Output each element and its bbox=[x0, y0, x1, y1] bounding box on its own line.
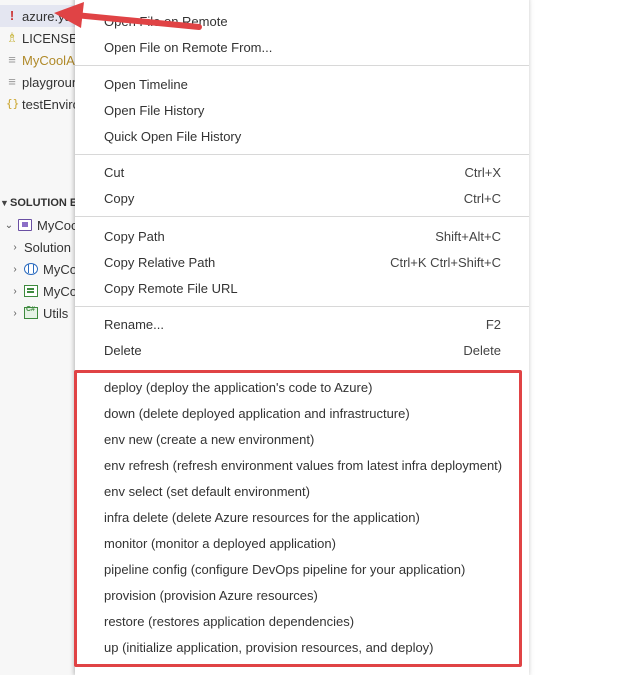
menu-item-label: Open File on Remote bbox=[104, 13, 228, 29]
menu-item-open-file-on-remote-from[interactable]: Open File on Remote From... bbox=[75, 34, 529, 60]
menu-item-azd-restore[interactable]: restore (restores application dependenci… bbox=[75, 608, 529, 634]
menu-item-label: pipeline config (configure DevOps pipeli… bbox=[104, 561, 466, 577]
file-name: testEnvironment bbox=[22, 96, 80, 112]
menu-item-label: Copy Remote File URL bbox=[104, 280, 238, 296]
class-library-icon bbox=[24, 306, 38, 319]
menu-item-copy-path[interactable]: Copy Path Shift+Alt+C bbox=[75, 223, 529, 249]
menu-item-shortcut: F2 bbox=[485, 316, 501, 332]
tree-item-solution-items[interactable]: › Solution Items bbox=[10, 236, 80, 258]
menu-item-quick-open-file-history[interactable]: Quick Open File History bbox=[75, 123, 529, 149]
menu-item-open-file-on-remote[interactable]: Open File on Remote bbox=[75, 8, 529, 34]
screenshot-stage: ! azure.yaml ♗ LICENSE.md ≡ MyCoolApp ≡ … bbox=[0, 0, 624, 675]
menu-item-azd-infra-delete[interactable]: infra delete (delete Azure resources for… bbox=[75, 504, 529, 530]
menu-item-shortcut: Delete bbox=[463, 342, 501, 358]
section-title: SOLUTION EXPLORER bbox=[10, 197, 80, 209]
menu-item-azd-deploy[interactable]: deploy (deploy the application's code to… bbox=[75, 374, 529, 400]
menu-item-label: env select (set default environment) bbox=[104, 483, 310, 499]
solution-explorer-header[interactable]: ▼ SOLUTION EXPLORER bbox=[0, 194, 80, 212]
tree-item-label: MyCoolApp bbox=[37, 217, 80, 233]
menu-item-label: infra delete (delete Azure resources for… bbox=[104, 509, 420, 525]
text-file-icon: ≡ bbox=[8, 52, 16, 67]
tree-item-api-project[interactable]: › MyCoolApp.Api bbox=[10, 280, 80, 302]
solution-icon bbox=[18, 219, 32, 231]
menu-item-azd-env-new[interactable]: env new (create a new environment) bbox=[75, 426, 529, 452]
menu-item-rename[interactable]: Rename... F2 bbox=[75, 311, 529, 337]
yaml-warning-icon: ! bbox=[9, 8, 15, 23]
file-name: playground bbox=[22, 74, 80, 90]
json-file-icon: {} bbox=[6, 97, 20, 110]
menu-item-delete[interactable]: Delete Delete bbox=[75, 337, 529, 363]
context-menu: Open File on Remote Open File on Remote … bbox=[75, 0, 529, 675]
menu-item-label: Quick Open File History bbox=[104, 128, 242, 144]
menu-item-label: Copy Path bbox=[104, 228, 165, 244]
file-name: MyCoolApp bbox=[22, 52, 80, 68]
file-name: azure.yaml bbox=[22, 8, 80, 24]
menu-separator bbox=[75, 154, 529, 155]
tree-item-solution[interactable]: ⌄ MyCoolApp bbox=[4, 214, 80, 236]
menu-item-shortcut: Ctrl+K Ctrl+Shift+C bbox=[390, 254, 501, 270]
menu-item-label: up (initialize application, provision re… bbox=[104, 639, 434, 655]
license-icon: ♗ bbox=[6, 30, 18, 45]
menu-separator bbox=[75, 65, 529, 66]
menu-item-label: Rename... bbox=[104, 316, 164, 332]
menu-item-label: Copy bbox=[104, 190, 135, 206]
menu-item-shortcut: Ctrl+C bbox=[463, 190, 501, 206]
chevron-right-icon: › bbox=[13, 307, 17, 319]
file-item-azure-yaml[interactable]: ! azure.yaml bbox=[0, 5, 80, 27]
menu-item-azd-monitor[interactable]: monitor (monitor a deployed application) bbox=[75, 530, 529, 556]
menu-item-azd-down[interactable]: down (delete deployed application and in… bbox=[75, 400, 529, 426]
menu-item-cut[interactable]: Cut Ctrl+X bbox=[75, 159, 529, 185]
menu-item-copy-relative-path[interactable]: Copy Relative Path Ctrl+K Ctrl+Shift+C bbox=[75, 249, 529, 275]
web-project-icon bbox=[24, 263, 38, 275]
menu-item-label: restore (restores application dependenci… bbox=[104, 613, 355, 629]
chevron-down-icon: ⌄ bbox=[4, 219, 14, 231]
menu-item-copy[interactable]: Copy Ctrl+C bbox=[75, 185, 529, 211]
menu-item-label: Cut bbox=[104, 164, 125, 180]
menu-item-label: monitor (monitor a deployed application) bbox=[104, 535, 336, 551]
menu-item-label: down (delete deployed application and in… bbox=[104, 405, 410, 421]
menu-item-open-file-history[interactable]: Open File History bbox=[75, 97, 529, 123]
menu-item-label: deploy (deploy the application's code to… bbox=[104, 379, 373, 395]
menu-item-label: provision (provision Azure resources) bbox=[104, 587, 318, 603]
chevron-right-icon: › bbox=[13, 241, 17, 253]
api-project-icon bbox=[24, 285, 38, 297]
chevron-right-icon: › bbox=[13, 263, 17, 275]
menu-item-azd-provision[interactable]: provision (provision Azure resources) bbox=[75, 582, 529, 608]
menu-item-azd-pipeline-config[interactable]: pipeline config (configure DevOps pipeli… bbox=[75, 556, 529, 582]
chevron-right-icon: › bbox=[13, 285, 17, 297]
file-item-mycoolapp[interactable]: ≡ MyCoolApp bbox=[0, 49, 80, 71]
tree-item-utils[interactable]: › Utils bbox=[10, 302, 80, 324]
menu-separator bbox=[75, 216, 529, 217]
menu-item-azd-up[interactable]: up (initialize application, provision re… bbox=[75, 634, 529, 660]
file-item-playground[interactable]: ≡ playground bbox=[0, 71, 80, 93]
menu-item-label: Delete bbox=[104, 342, 142, 358]
menu-item-azd-env-refresh[interactable]: env refresh (refresh environment values … bbox=[75, 452, 529, 478]
menu-item-label: Open Timeline bbox=[104, 76, 188, 92]
file-item-license[interactable]: ♗ LICENSE.md bbox=[0, 27, 80, 49]
file-name: LICENSE.md bbox=[22, 30, 80, 46]
menu-item-label: Open File History bbox=[104, 102, 205, 118]
file-item-testenvironment[interactable]: {} testEnvironment bbox=[0, 93, 80, 115]
menu-item-shortcut: Ctrl+X bbox=[464, 164, 501, 180]
text-file-icon: ≡ bbox=[8, 74, 16, 89]
chevron-down-icon: ▼ bbox=[0, 198, 9, 208]
explorer-panel: ! azure.yaml ♗ LICENSE.md ≡ MyCoolApp ≡ … bbox=[0, 0, 80, 675]
menu-separator bbox=[75, 306, 529, 307]
menu-item-open-timeline[interactable]: Open Timeline bbox=[75, 71, 529, 97]
menu-item-label: Open File on Remote From... bbox=[104, 39, 273, 55]
tree-item-web-project[interactable]: › MyCoolApp.Web bbox=[10, 258, 80, 280]
menu-item-label: Copy Relative Path bbox=[104, 254, 216, 270]
menu-item-label: env new (create a new environment) bbox=[104, 431, 315, 447]
menu-item-copy-remote-file-url[interactable]: Copy Remote File URL bbox=[75, 275, 529, 301]
tree-item-label: Utils bbox=[43, 305, 69, 321]
tree-item-label: Solution Items bbox=[24, 239, 80, 255]
menu-item-shortcut: Shift+Alt+C bbox=[435, 228, 501, 244]
menu-item-azd-env-select[interactable]: env select (set default environment) bbox=[75, 478, 529, 504]
menu-item-label: env refresh (refresh environment values … bbox=[104, 457, 503, 473]
